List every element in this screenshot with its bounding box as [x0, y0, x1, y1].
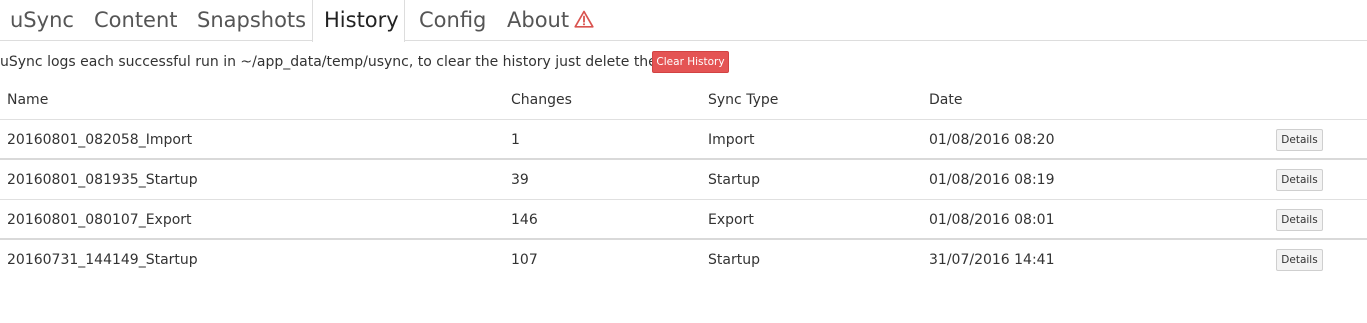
row-sync-type: Export [708, 212, 754, 228]
row-sync-type: Import [708, 132, 755, 148]
table-row: 20160801_082058_Import 1 Import 01/08/20… [0, 119, 1367, 159]
tab-snapshots[interactable]: Snapshots [197, 0, 306, 41]
column-header-name: Name [7, 92, 49, 108]
column-header-changes: Changes [511, 92, 572, 108]
row-name: 20160801_081935_Startup [7, 172, 198, 188]
tab-label: Snapshots [197, 8, 307, 32]
row-name: 20160801_082058_Import [7, 132, 193, 148]
details-button[interactable]: Details [1276, 129, 1323, 151]
row-changes: 146 [511, 212, 538, 228]
table-row: 20160801_081935_Startup 39 Startup 01/08… [0, 158, 1367, 198]
clear-history-button[interactable]: Clear History [652, 51, 729, 73]
table-header: Name Changes Sync Type Date [0, 80, 1367, 120]
history-description: uSync logs each successful run in ~/app_… [0, 54, 711, 70]
warning-icon [574, 10, 594, 28]
row-name: 20160731_144149_Startup [7, 252, 198, 268]
tab-label: About [507, 8, 570, 32]
row-date: 31/07/2016 14:41 [929, 252, 1055, 268]
row-name: 20160801_080107_Export [7, 212, 192, 228]
row-date: 01/08/2016 08:19 [929, 172, 1055, 188]
tab-label: Config [419, 8, 487, 32]
tab-label: uSync [10, 8, 74, 32]
details-button[interactable]: Details [1276, 209, 1323, 231]
row-date: 01/08/2016 08:20 [929, 132, 1055, 148]
tab-content[interactable]: Content [94, 0, 178, 41]
details-button[interactable]: Details [1276, 169, 1323, 191]
details-button[interactable]: Details [1276, 249, 1323, 271]
row-changes: 1 [511, 132, 520, 148]
tab-config[interactable]: Config [419, 0, 486, 41]
row-date: 01/08/2016 08:01 [929, 212, 1055, 228]
row-changes: 107 [511, 252, 538, 268]
tab-label: Content [94, 8, 178, 32]
row-changes: 39 [511, 172, 529, 188]
tab-history[interactable]: History [312, 0, 405, 42]
table-row: 20160731_144149_Startup 107 Startup 31/0… [0, 238, 1367, 278]
row-sync-type: Startup [708, 252, 760, 268]
row-sync-type: Startup [708, 172, 760, 188]
tab-label: History [324, 8, 399, 32]
column-header-sync-type: Sync Type [708, 92, 779, 108]
tab-bar: uSync Content Snapshots History Config A… [0, 0, 1367, 42]
column-header-date: Date [929, 92, 963, 108]
tab-usync[interactable]: uSync [10, 0, 74, 41]
tab-about[interactable]: About [507, 0, 594, 41]
table-row: 20160801_080107_Export 146 Export 01/08/… [0, 199, 1367, 239]
